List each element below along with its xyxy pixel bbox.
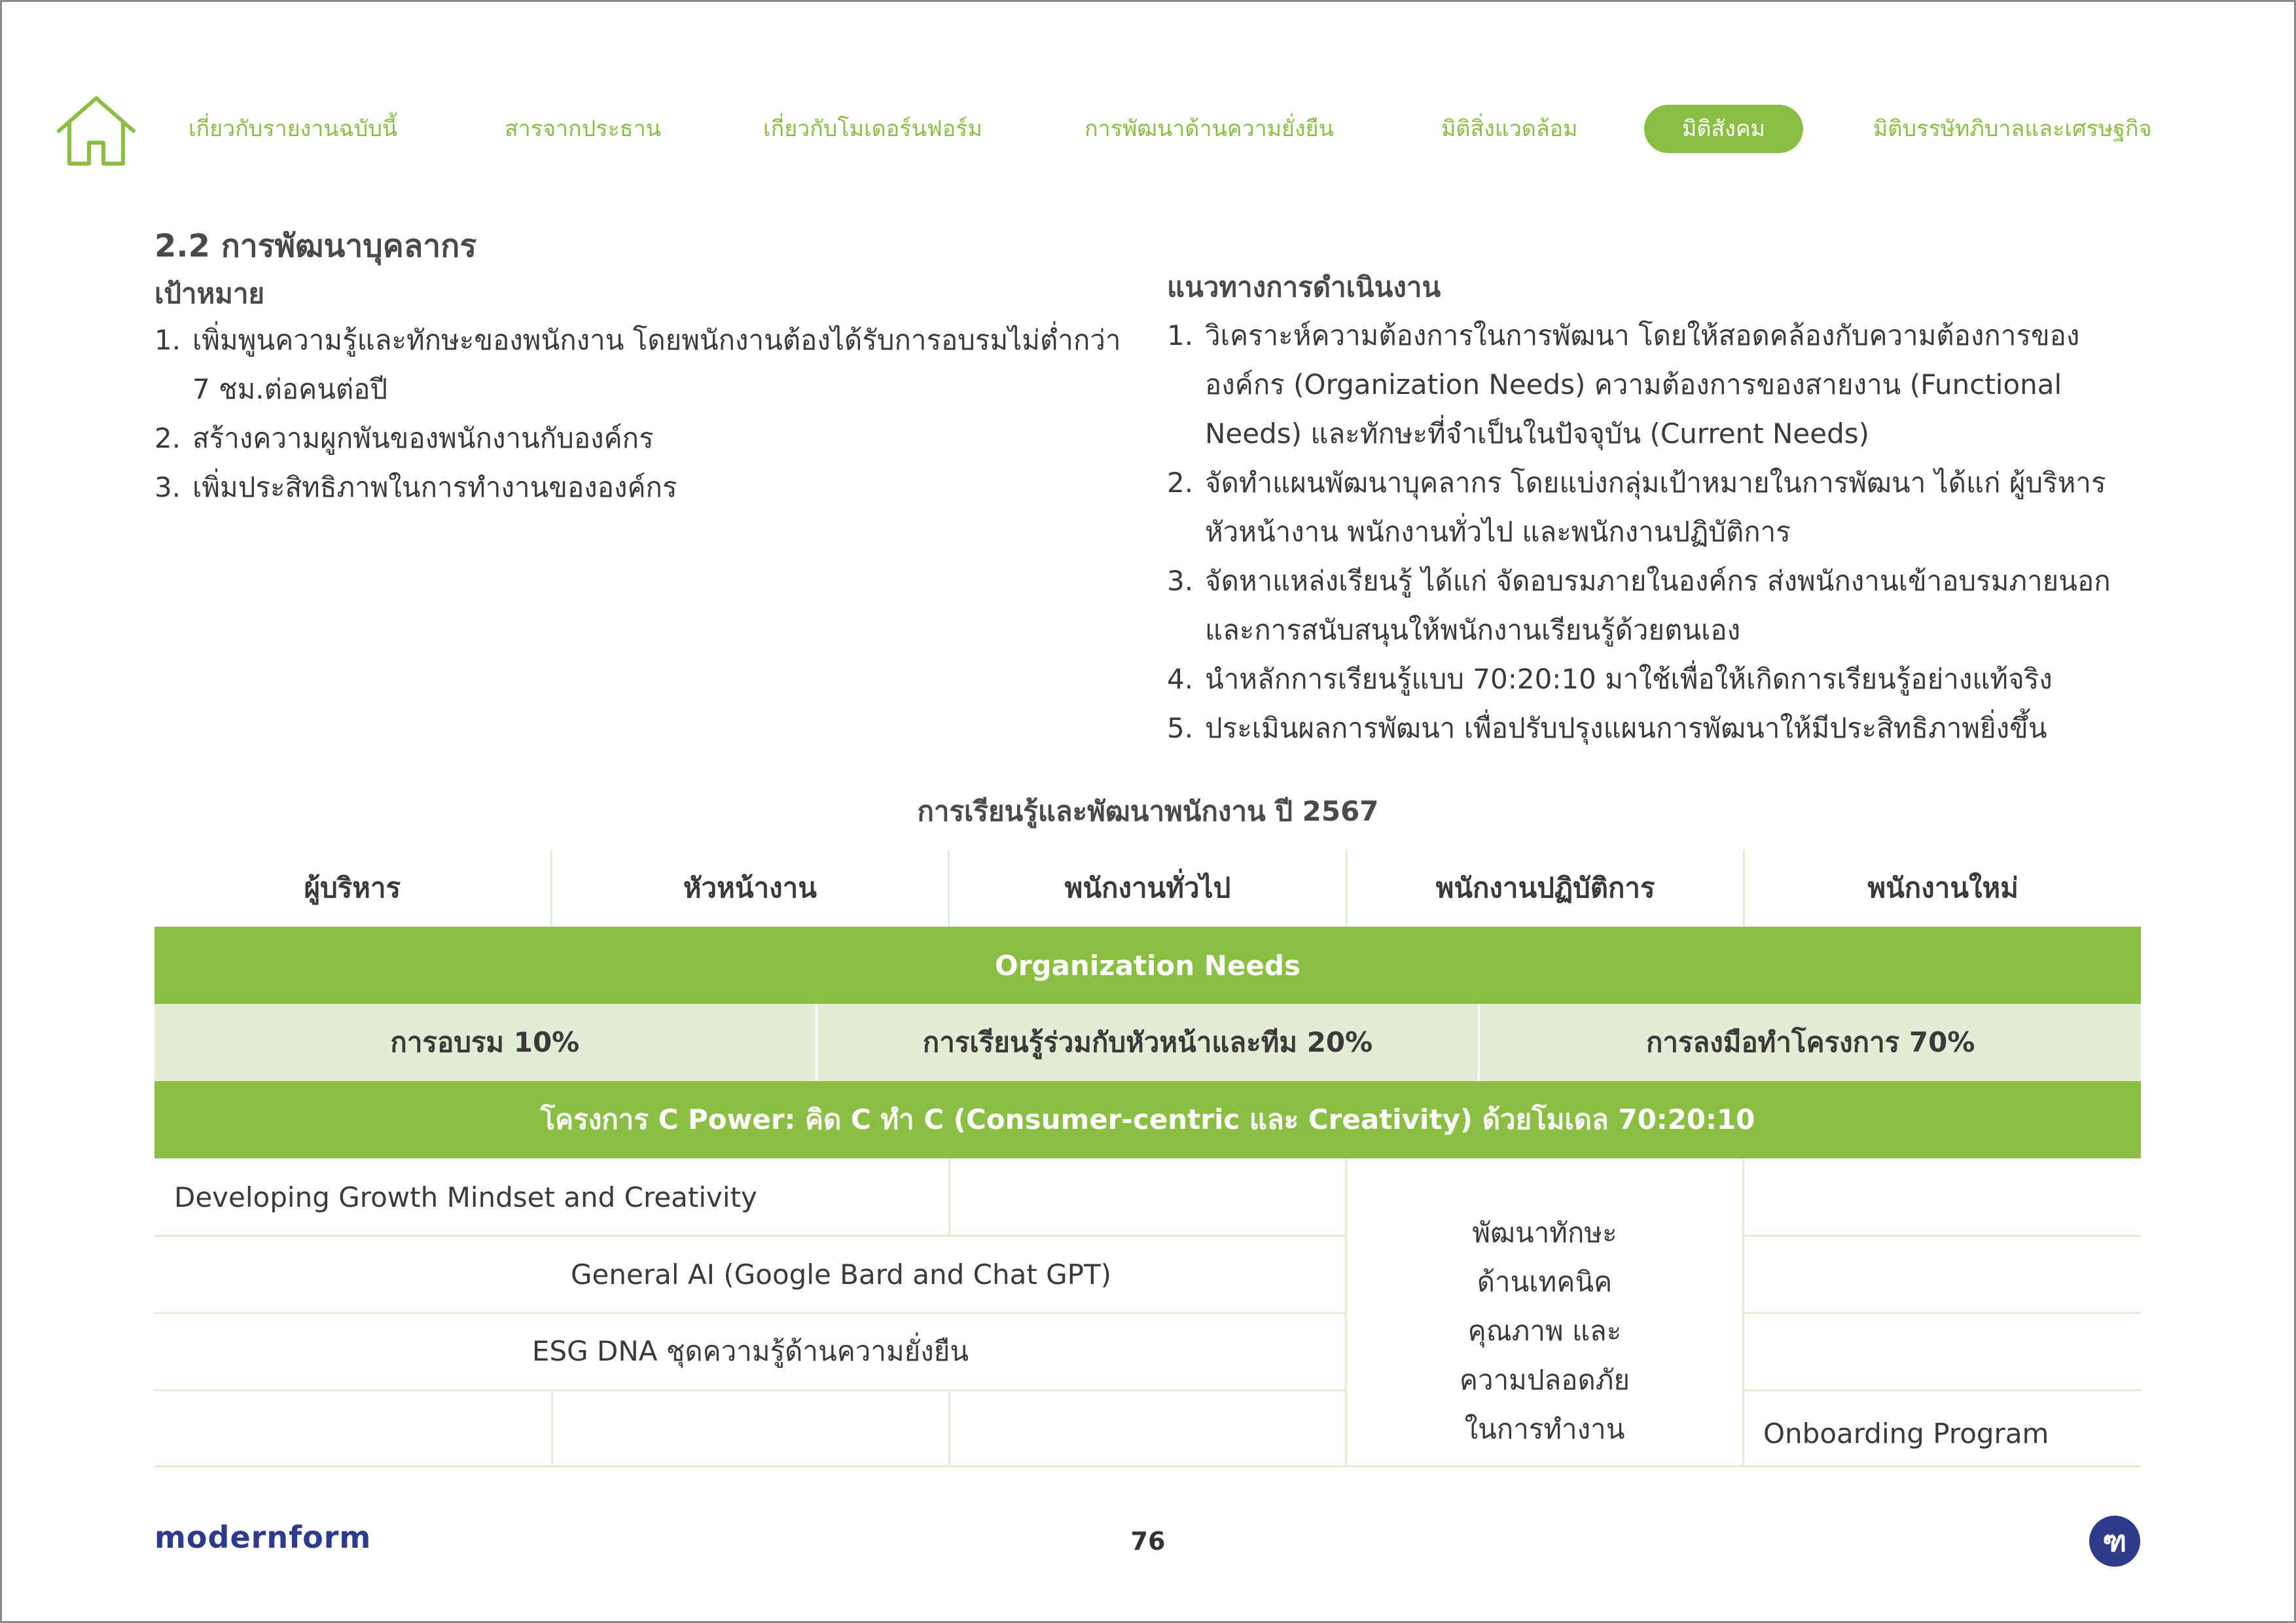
nav-chairman-message[interactable]: สารจากประธาน <box>505 105 661 153</box>
top-nav: เกี่ยวกับรายงานฉบับนี้ สารจากประธาน เกี่… <box>0 105 2296 153</box>
col-divider <box>551 1390 553 1466</box>
approach-list: 1. วิเคราะห์ความต้องการในการพัฒนา โดยให้ส… <box>1167 311 2142 753</box>
program-general-ai: General AI (Google Bard and Chat GPT) <box>571 1258 1112 1291</box>
goals-list: 1. เพิ่มพูนความรู้และทักษะของพนักงาน โดยพ… <box>154 315 1143 512</box>
list-item: 1. เพิ่มพูนความรู้และทักษะของพนักงาน โดยพ… <box>154 324 1121 405</box>
nav-governance-economy[interactable]: มิติบรรษัทภิบาลและเศรษฐกิจ <box>1873 105 2152 153</box>
c-power-band: โครงการ C Power: คิด C ทำ C (Consumer-ce… <box>154 1081 2141 1158</box>
row-divider <box>1744 1235 2141 1237</box>
mix-coaching: การเรียนรู้ร่วมกับหัวหน้าและทีม 20% <box>815 1004 1479 1081</box>
learning-table: ผู้บริหาร หัวหน้างาน พนักงานทั่วไป พนักง… <box>154 849 2141 1467</box>
program-technical-skills: พัฒนาทักษะ ด้านเทคนิค คุณภาพ และ ความปลอ… <box>1459 1217 1630 1445</box>
mix-projects: การลงมือทำโครงการ 70% <box>1478 1004 2141 1081</box>
list-item: 1. วิเคราะห์ความต้องการในการพัฒนา โดยให้ส… <box>1167 319 2080 450</box>
col-header-supervisors: หัวหน้างาน <box>550 849 948 927</box>
mix-training: การอบรม 10% <box>390 1026 580 1058</box>
table-title: การเรียนรู้และพัฒนาพนักงาน ปี 2567 <box>917 795 1379 827</box>
table-header-row: ผู้บริหาร หัวหน้างาน พนักงานทั่วไป พนักง… <box>154 849 2141 927</box>
section-title: 2.2 การพัฒนาบุคลากร <box>154 228 477 264</box>
program-growth-mindset: Developing Growth Mindset and Creativity <box>174 1181 757 1213</box>
nav-social[interactable]: มิติสังคม <box>1644 105 1804 153</box>
col-header-operations-staff: พนักงานปฏิบัติการ <box>1345 849 1744 927</box>
col-header-new-staff: พนักงานใหม่ <box>1743 849 2141 927</box>
nav-environment[interactable]: มิติสิ่งแวดล้อม <box>1441 105 1578 153</box>
row-divider <box>1744 1312 2141 1314</box>
col-header-executives: ผู้บริหาร <box>304 872 401 904</box>
learning-mix-row: การอบรม 10% การเรียนรู้ร่วมกับหัวหน้าและ… <box>154 1004 2141 1081</box>
approach-heading: แนวทางการดำเนินงาน <box>1167 271 1441 303</box>
program-onboarding: Onboarding Program <box>1763 1417 2049 1450</box>
col-header-general-staff: พนักงานทั่วไป <box>948 849 1346 927</box>
col-divider <box>948 1158 950 1236</box>
list-item: 4. นำหลักการเรียนรู้แบบ 70:20:10 มาใช้เพื… <box>1167 663 2053 695</box>
col-divider <box>948 1390 950 1466</box>
organization-needs-band: Organization Needs <box>154 927 2141 1004</box>
page-number: 76 <box>1130 1527 1166 1556</box>
list-item: 2. สร้างความผูกพันของพนักงานกับองค์กร <box>154 422 654 454</box>
nav-sustainability[interactable]: การพัฒนาด้านความยั่งยืน <box>1085 105 1334 153</box>
list-item: 2. จัดทำแผนพัฒนาบุคลากร โดยแบ่งกลุ่มเป้าห… <box>1167 467 2106 548</box>
brand-logo-icon: ฑ <box>2089 1516 2140 1567</box>
program-esg-dna: ESG DNA ชุดความรู้ด้านความยั่งยืน <box>531 1335 969 1367</box>
list-item: 3. เพิ่มประสิทธิภาพในการทำงานขององค์กร <box>154 471 677 503</box>
nav-about-modernform[interactable]: เกี่ยวกับโมเดอร์นฟอร์ม <box>763 105 982 153</box>
list-item: 5. ประเมินผลการพัฒนา เพื่อปรับปรุงแผนการพ… <box>1167 712 2047 744</box>
col-divider <box>1742 1158 1744 1466</box>
goals-heading: เป้าหมาย <box>154 277 265 310</box>
nav-about-report[interactable]: เกี่ยวกับรายงานฉบับนี้ <box>188 105 397 153</box>
list-item: 3. จัดหาแหล่งเรียนรู้ ได้แก่ จัดอบรมภายใน… <box>1167 565 2111 646</box>
